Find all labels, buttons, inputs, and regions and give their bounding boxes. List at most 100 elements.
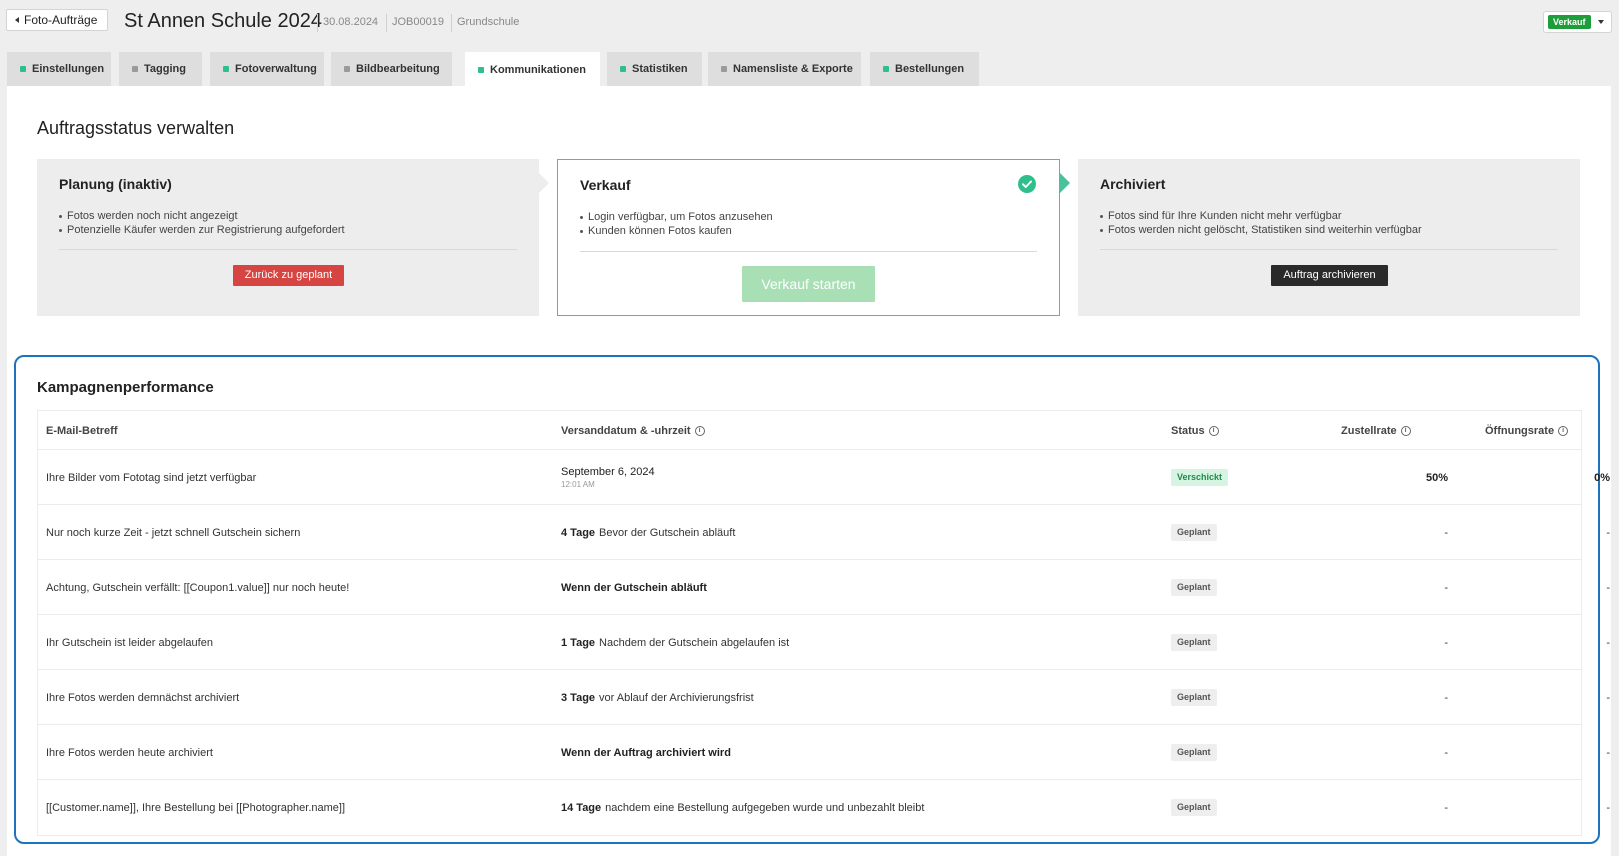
- status-dot-icon: [132, 66, 138, 72]
- send-date: September 6, 2024 12:01 AM: [561, 450, 655, 505]
- status-badge: Geplant: [1171, 634, 1217, 651]
- open-rate: -: [1606, 691, 1610, 704]
- open-rate: -: [1606, 746, 1610, 759]
- bullet-item: Login verfügbar, um Fotos anzusehen: [580, 210, 773, 224]
- status-pill: Verkauf: [1548, 15, 1591, 29]
- column-header-delivery: Zustellrate i: [1341, 411, 1411, 450]
- check-circle-icon: [1018, 175, 1036, 193]
- stage-planung: Planung (inaktiv) Fotos werden noch nich…: [37, 159, 539, 316]
- column-header-status: Status i: [1171, 411, 1219, 450]
- section-title: Auftragsstatus verwalten: [37, 118, 235, 138]
- stage-arrow-icon: [539, 173, 549, 193]
- archive-job-button[interactable]: Auftrag archivieren: [1271, 265, 1388, 286]
- page-title: St Annen Schule 2024: [124, 10, 322, 32]
- tab-einstellungen[interactable]: Einstellungen: [7, 52, 111, 86]
- status-badge: Verschickt: [1171, 469, 1229, 486]
- email-subject: Ihre Fotos werden heute archiviert: [46, 746, 213, 759]
- send-date: 3 Tage vor Ablauf der Archivierungsfrist: [561, 691, 754, 704]
- tab-tagging[interactable]: Tagging: [119, 52, 202, 86]
- stage-archiviert: Archiviert Fotos sind für Ihre Kunden ni…: [1078, 159, 1580, 316]
- info-icon[interactable]: i: [1558, 425, 1569, 436]
- tab-statistiken[interactable]: Statistiken: [607, 52, 702, 86]
- campaign-title: Kampagnenperformance: [37, 379, 214, 396]
- back-to-planned-button[interactable]: Zurück zu geplant: [233, 265, 344, 286]
- stage-bullets: Fotos sind für Ihre Kunden nicht mehr ve…: [1100, 209, 1422, 237]
- status-cell: Verschickt: [1171, 450, 1229, 505]
- tab-bildbearbeitung[interactable]: Bildbearbeitung: [331, 52, 452, 86]
- delivery-rate: -: [1444, 526, 1448, 539]
- status-badge: Geplant: [1171, 579, 1217, 596]
- tab-label: Einstellungen: [32, 63, 105, 75]
- status-cell: Geplant: [1171, 780, 1217, 835]
- table-row[interactable]: Ihre Bilder vom Fototag sind jetzt verfü…: [38, 450, 1610, 505]
- status-cell: Geplant: [1171, 560, 1217, 615]
- back-button[interactable]: Foto-Aufträge: [6, 9, 109, 31]
- status-badge: Geplant: [1171, 524, 1217, 541]
- delivery-rate: -: [1444, 746, 1448, 759]
- info-icon[interactable]: i: [1400, 425, 1411, 436]
- tab-fotoverwaltung[interactable]: Fotoverwaltung: [210, 52, 324, 86]
- table-row[interactable]: Nur noch kurze Zeit - jetzt schnell Guts…: [38, 505, 1610, 560]
- delivery-rate: -: [1444, 691, 1448, 704]
- table-row[interactable]: Ihr Gutschein ist leider abgelaufen 1 Ta…: [38, 615, 1610, 670]
- open-rate: -: [1606, 636, 1610, 649]
- send-date: 4 Tage Bevor der Gutschein abläuft: [561, 526, 736, 539]
- status-dot-icon: [883, 66, 889, 72]
- caret-left-icon: [15, 17, 19, 23]
- status-dot-icon: [20, 66, 26, 72]
- status-dot-icon: [344, 66, 350, 72]
- tab-label: Fotoverwaltung: [235, 63, 317, 75]
- job-id: JOB00019: [392, 16, 444, 28]
- start-sale-button[interactable]: Verkauf starten: [742, 266, 875, 302]
- divider: [580, 251, 1037, 252]
- bullet-item: Fotos werden nicht gelöscht, Statistiken…: [1100, 223, 1422, 237]
- status-dropdown[interactable]: Verkauf: [1543, 11, 1612, 33]
- table-row[interactable]: [[Customer.name]], Ihre Bestellung bei […: [38, 780, 1610, 835]
- open-rate: -: [1606, 801, 1610, 814]
- header: Foto-Aufträge St Annen Schule 2024 30.08…: [0, 0, 1619, 48]
- table-row[interactable]: Achtung, Gutschein verfällt: [[Coupon1.v…: [38, 560, 1610, 615]
- column-header-subject: E-Mail-Betreff: [46, 424, 118, 437]
- delivery-rate: -: [1444, 801, 1448, 814]
- bullet-item: Fotos sind für Ihre Kunden nicht mehr ve…: [1100, 209, 1422, 223]
- table-row[interactable]: Ihre Fotos werden heute archiviert Wenn …: [38, 725, 1610, 780]
- bullet-item: Fotos werden noch nicht angezeigt: [59, 209, 345, 223]
- email-subject: Ihre Fotos werden demnächst archiviert: [46, 691, 240, 704]
- info-icon[interactable]: i: [1208, 425, 1219, 436]
- send-date-main: September 6, 2024: [561, 466, 655, 478]
- status-dot-icon: [478, 66, 484, 73]
- delivery-rate: -: [1444, 636, 1448, 649]
- column-header-open: Öffnungsrate i: [1485, 411, 1569, 450]
- tab-namensliste-exporte[interactable]: Namensliste & Exporte: [708, 52, 861, 86]
- back-label: Foto-Aufträge: [24, 13, 98, 27]
- table-row[interactable]: Ihre Fotos werden demnächst archiviert 3…: [38, 670, 1610, 725]
- tab-kommunikationen[interactable]: Kommunikationen: [465, 52, 600, 87]
- send-date: Wenn der Gutschein abläuft: [561, 581, 707, 594]
- stage-verkauf: Verkauf Login verfügbar, um Fotos anzuse…: [557, 159, 1060, 316]
- email-subject: Ihre Bilder vom Fototag sind jetzt verfü…: [46, 471, 257, 484]
- email-subject: Achtung, Gutschein verfällt: [[Coupon1.v…: [46, 581, 350, 594]
- divider: [1100, 249, 1558, 250]
- open-rate: 0%: [1594, 471, 1610, 484]
- stage-title: Planung (inaktiv): [59, 176, 172, 192]
- tab-bestellungen[interactable]: Bestellungen: [870, 52, 979, 86]
- tab-label: Tagging: [144, 63, 186, 75]
- bullet-item: Potenzielle Käufer werden zur Registrier…: [59, 223, 345, 237]
- tab-label: Kommunikationen: [490, 63, 586, 76]
- status-badge: Geplant: [1171, 799, 1217, 816]
- send-date: Wenn der Auftrag archiviert wird: [561, 746, 731, 759]
- email-subject: Ihr Gutschein ist leider abgelaufen: [46, 636, 213, 649]
- column-header-date: Versanddatum & -uhrzeit i: [561, 411, 705, 450]
- stage-bullets: Login verfügbar, um Fotos anzusehen Kund…: [580, 210, 773, 238]
- tab-label: Bildbearbeitung: [356, 63, 440, 75]
- status-cell: Geplant: [1171, 505, 1217, 560]
- status-dot-icon: [223, 66, 229, 72]
- delivery-rate: -: [1444, 581, 1448, 594]
- stage-arrow-icon: [1060, 173, 1070, 193]
- caret-down-icon: [1598, 20, 1604, 24]
- info-icon[interactable]: i: [694, 425, 705, 436]
- send-date: 14 Tage nachdem eine Bestellung aufgegebe…: [561, 801, 925, 814]
- job-date: 30.08.2024: [323, 16, 379, 28]
- tab-label: Bestellungen: [895, 63, 965, 75]
- campaign-table: E-Mail-Betreff Versanddatum & -uhrzeit i …: [37, 410, 1610, 836]
